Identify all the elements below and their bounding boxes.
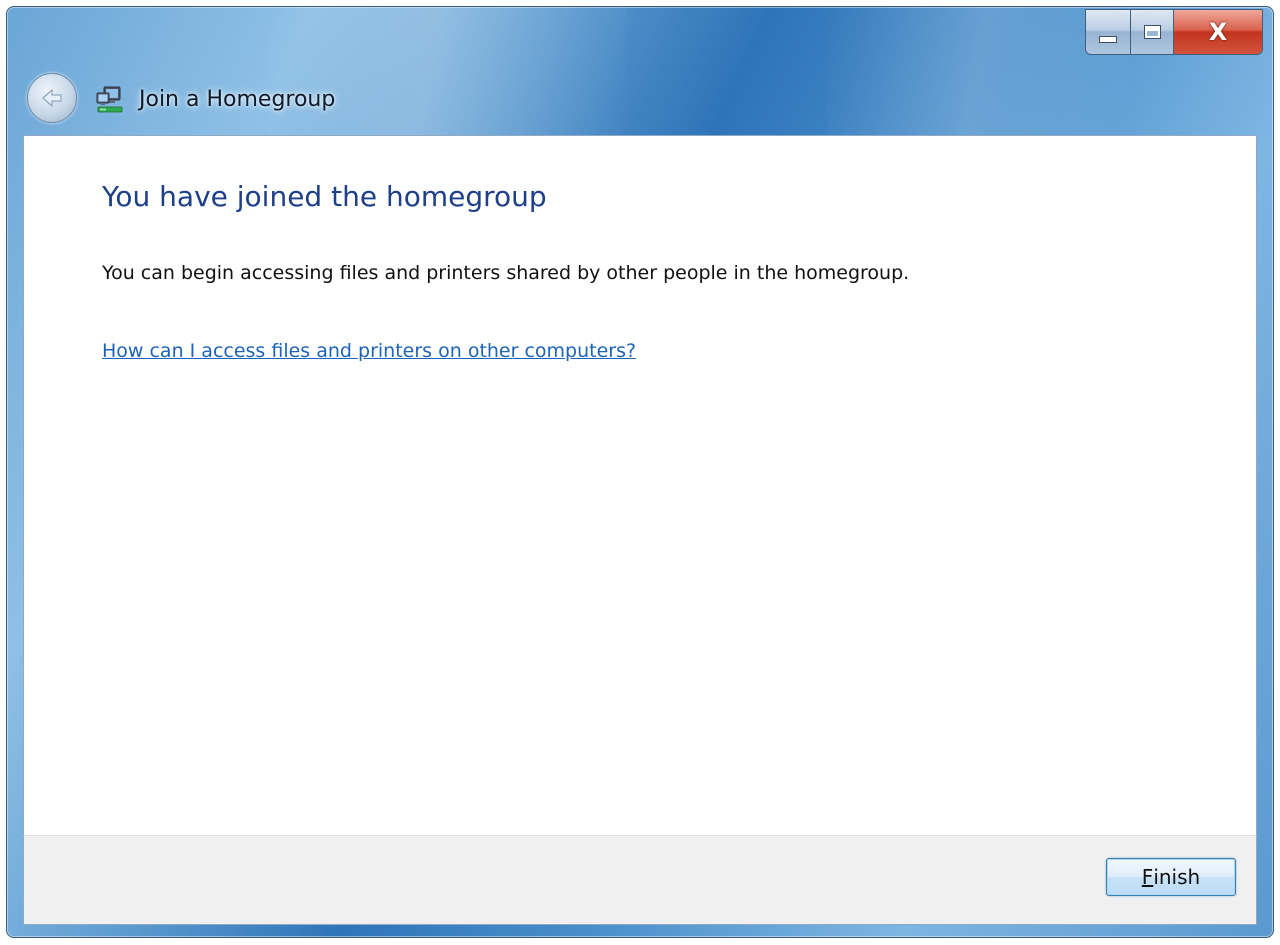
finish-button[interactable]: Finish [1106, 858, 1236, 896]
glass-highlight [827, 7, 1127, 137]
help-link[interactable]: How can I access files and printers on o… [102, 340, 636, 362]
wizard-content-pane: You have joined the homegroup You can be… [23, 135, 1257, 836]
glass-highlight [267, 7, 627, 137]
maximize-button[interactable] [1131, 10, 1174, 54]
minimize-button[interactable] [1086, 10, 1131, 54]
close-button[interactable]: X [1174, 10, 1262, 54]
wizard-footer: Finish [23, 835, 1257, 925]
maximize-icon [1143, 25, 1161, 39]
page-heading: You have joined the homegroup [102, 180, 547, 213]
confirmation-message: You can begin accessing files and printe… [102, 262, 910, 284]
back-arrow-icon [42, 89, 62, 107]
close-icon: X [1208, 18, 1228, 46]
minimize-icon [1099, 35, 1117, 43]
back-button[interactable] [27, 73, 77, 123]
homegroup-icon [96, 86, 123, 113]
finish-label: inish [1153, 865, 1201, 889]
window-title: Join a Homegroup [139, 87, 336, 112]
window-caption-buttons: X [1085, 9, 1263, 55]
finish-access-key: F [1141, 865, 1154, 889]
homegroup-wizard-window: X Join a Homegroup You have joined the h… [6, 6, 1274, 938]
